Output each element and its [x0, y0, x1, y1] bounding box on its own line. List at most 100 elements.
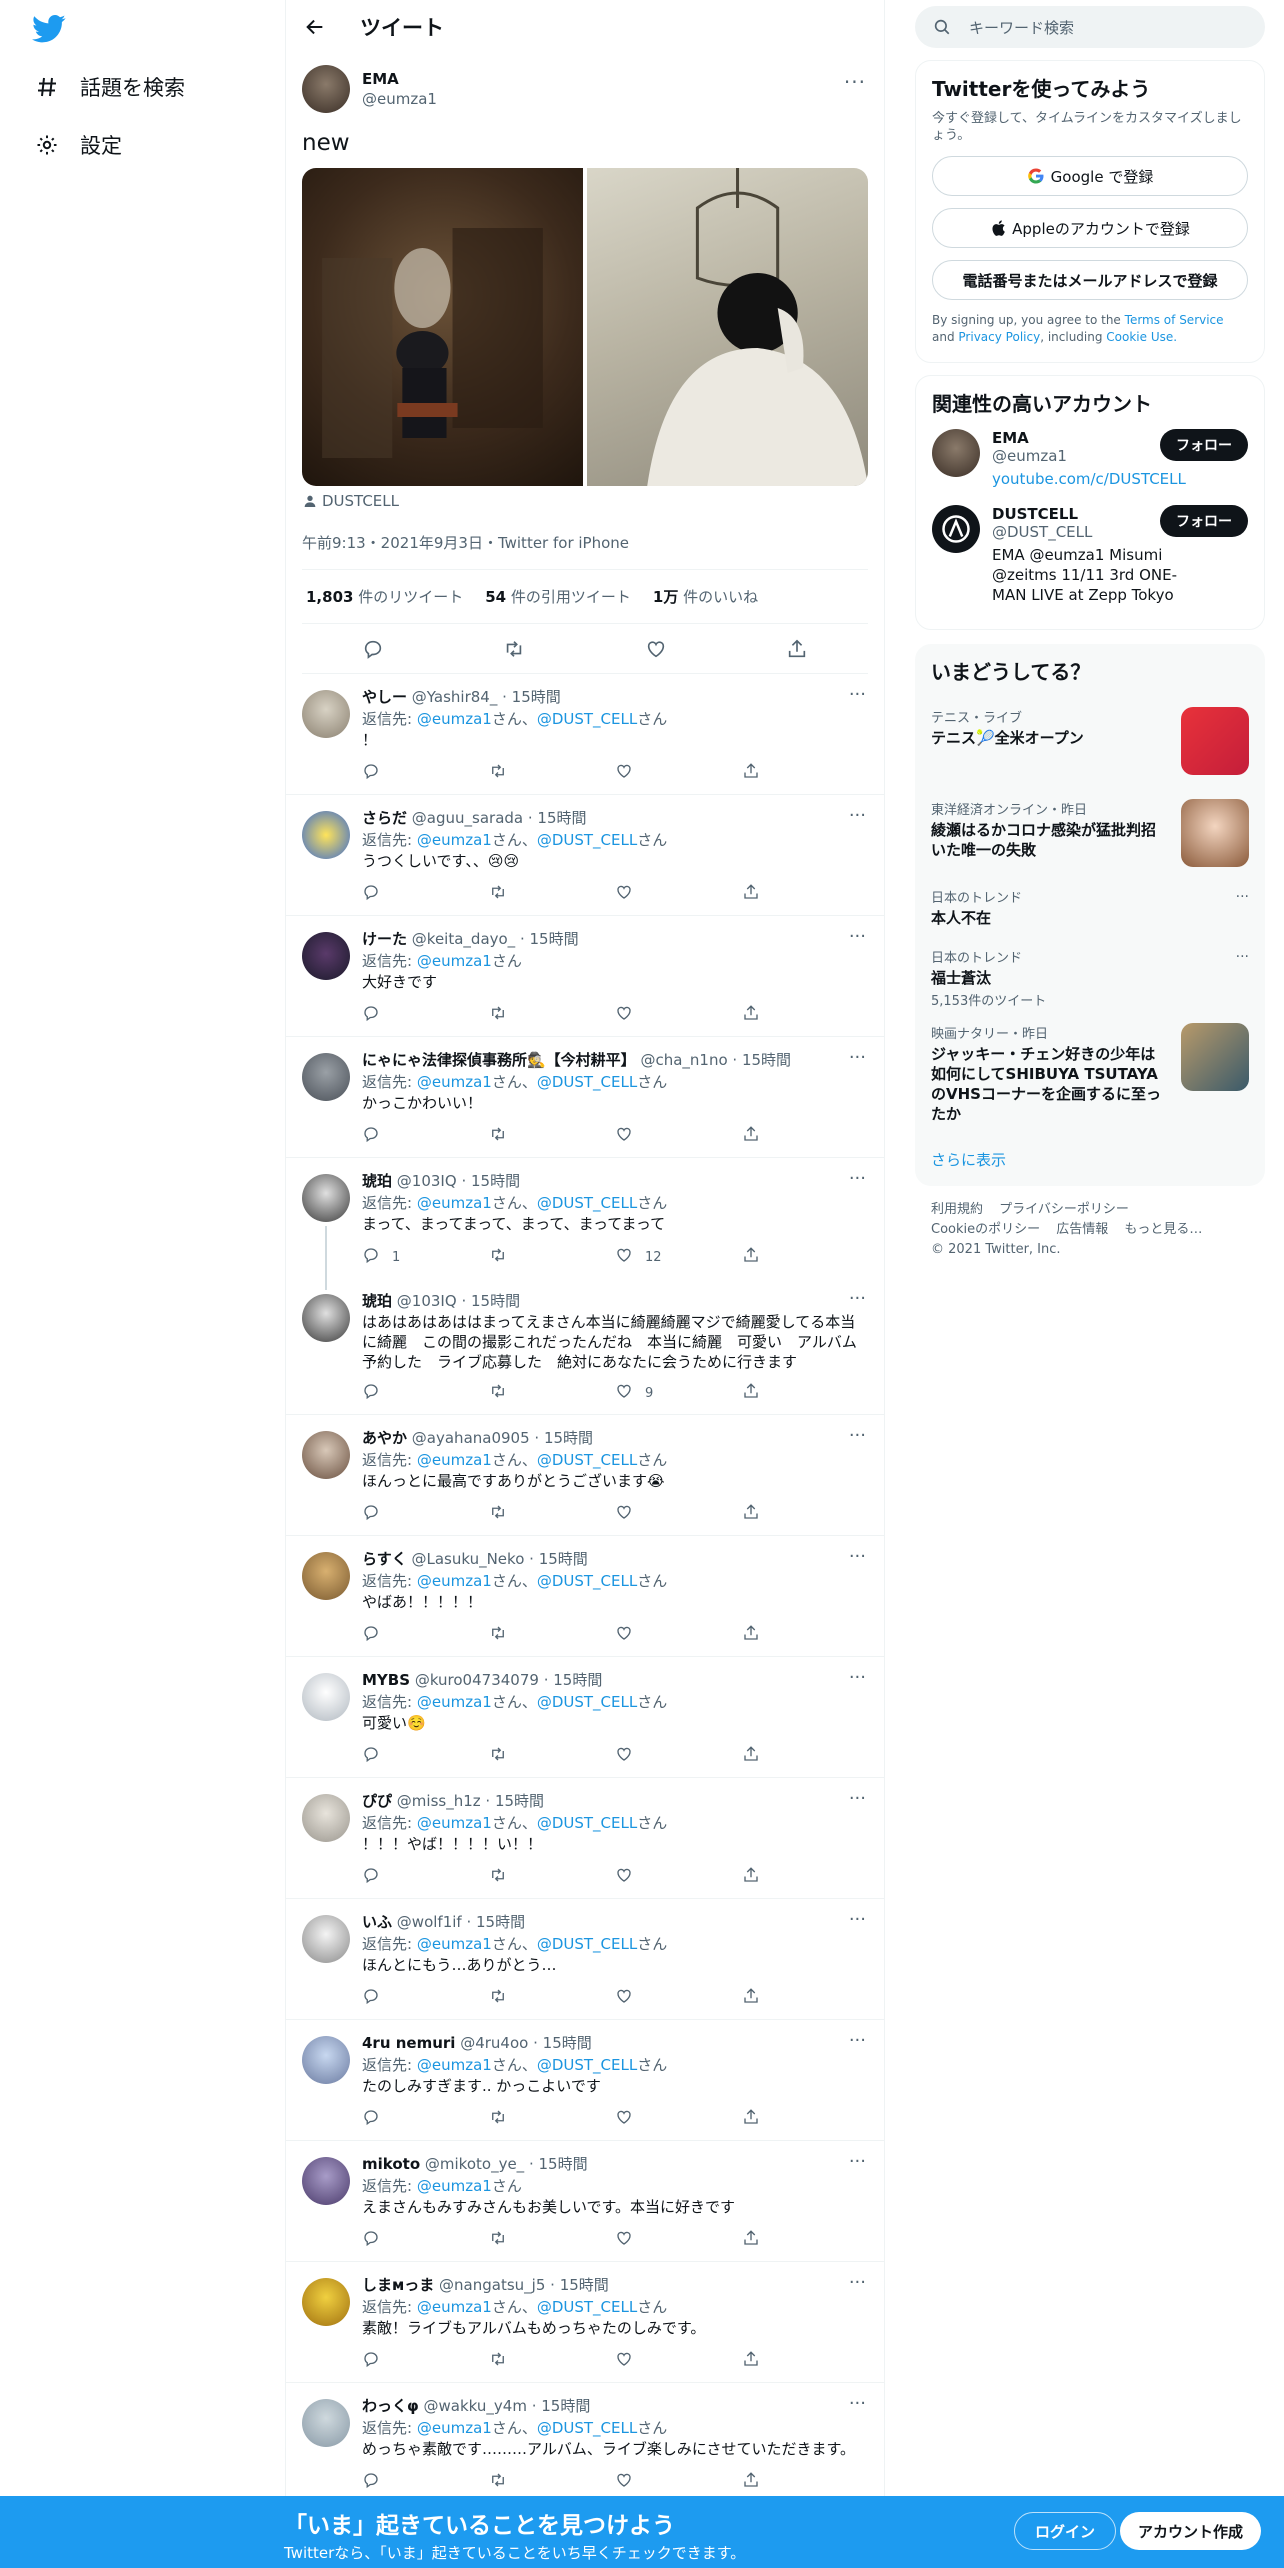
account-avatar[interactable]	[932, 429, 980, 477]
reply-tweet[interactable]: ··· やしー @Yashir84_ · 15時間 返信先: @eumza1さん、@…	[286, 674, 884, 795]
reply-tweet[interactable]: ··· けーた @keita_dayo_ · 15時間 返信先: @eumza1さん…	[286, 916, 884, 1037]
more-options-icon[interactable]: ···	[849, 2030, 866, 2051]
reply-to-mention[interactable]: @eumza1	[417, 1194, 492, 1212]
share-button[interactable]	[742, 2471, 869, 2493]
more-options-icon[interactable]: ···	[849, 1425, 866, 1446]
cookie-link[interactable]: Cookie Use.	[1106, 330, 1177, 344]
reply-author-name[interactable]: mikoto	[362, 2155, 420, 2173]
reply-to-mention[interactable]: @DUST_CELL	[537, 1693, 637, 1711]
retweet-button[interactable]	[489, 2229, 616, 2251]
reply-to-mention[interactable]: @eumza1	[417, 2298, 492, 2316]
account-bio-link[interactable]: youtube.com/c/DUSTCELL	[992, 470, 1186, 488]
like-button[interactable]: 12	[615, 1246, 742, 1268]
reply-author-handle[interactable]: @keita_dayo_	[412, 930, 515, 948]
retweet-button[interactable]	[489, 1503, 616, 1525]
reply-to-mention[interactable]: @eumza1	[417, 1073, 492, 1091]
reply-avatar[interactable]	[302, 1673, 350, 1721]
twitter-logo-icon[interactable]	[32, 14, 66, 44]
follow-button[interactable]: フォロー	[1160, 505, 1248, 537]
trend-more-icon[interactable]: ···	[1236, 889, 1249, 905]
like-button[interactable]	[615, 1503, 742, 1525]
reply-to-mention[interactable]: @DUST_CELL	[537, 710, 637, 728]
reply-to-mention[interactable]: @DUST_CELL	[537, 831, 637, 849]
reply-button[interactable]	[362, 1987, 489, 2009]
reply-avatar[interactable]	[302, 1794, 350, 1842]
search-box[interactable]: キーワード検索	[915, 6, 1265, 48]
reply-time[interactable]: 15時間	[742, 1051, 791, 1069]
more-options-icon[interactable]: ···	[849, 1288, 866, 1309]
reply-author-handle[interactable]: @ayahana0905	[412, 1429, 530, 1447]
reply-author-handle[interactable]: @kuro04734079	[415, 1671, 539, 1689]
reply-author-name[interactable]: けーた	[362, 930, 407, 948]
reply-avatar[interactable]	[302, 811, 350, 859]
reply-author-name[interactable]: あやか	[362, 1429, 407, 1447]
related-account[interactable]: DUSTCELL @DUST_CELL EMA @eumza1 Misumi @…	[932, 505, 1248, 605]
reply-tweet[interactable]: ··· らすく @Lasuku_Neko · 15時間 返信先: @eumza1さん…	[286, 1536, 884, 1657]
trend-item[interactable]: 映画ナタリー・昨日 ジャッキー・チェン好きの少年は如何にしてSHIBUYA TS…	[915, 1013, 1265, 1143]
reply-author-handle[interactable]: @Lasuku_Neko	[411, 1550, 524, 1568]
reply-avatar[interactable]	[302, 1552, 350, 1600]
like-button[interactable]	[615, 2229, 742, 2251]
create-account-button[interactable]: アカウント作成	[1120, 2512, 1262, 2550]
more-options-icon[interactable]: ···	[849, 1047, 866, 1068]
share-button[interactable]	[742, 1866, 869, 1888]
reply-time[interactable]: 15時間	[539, 2155, 588, 2173]
login-button[interactable]: ログイン	[1014, 2512, 1117, 2550]
reply-tweet[interactable]: ··· いふ @wolf1if · 15時間 返信先: @eumza1さん、@DUS…	[286, 1899, 884, 2020]
reply-author-handle[interactable]: @Yashir84_	[412, 688, 498, 706]
reply-avatar[interactable]	[302, 2399, 350, 2447]
retweet-button[interactable]	[489, 1246, 616, 1268]
retweet-count[interactable]: 1,803 件のリツイート	[306, 586, 463, 607]
reply-to-mention[interactable]: @DUST_CELL	[537, 2419, 637, 2437]
reply-time[interactable]: 15時間	[512, 688, 561, 706]
like-button[interactable]	[615, 2108, 742, 2130]
more-options-icon[interactable]: ···	[844, 70, 866, 94]
trend-item[interactable]: 日本のトレンド 本人不在 ···	[915, 877, 1265, 937]
reply-button[interactable]	[362, 2471, 489, 2493]
retweet-button[interactable]	[489, 1382, 616, 1404]
retweet-icon[interactable]	[503, 638, 525, 660]
reply-button[interactable]	[362, 1745, 489, 1767]
reply-avatar[interactable]	[302, 2036, 350, 2084]
reply-tweet[interactable]: ··· わっくφ @wakku_y4m · 15時間 返信先: @eumza1さん、…	[286, 2383, 884, 2504]
trend-item[interactable]: 東洋経済オンライン・昨日 綾瀬はるかコロナ感染が猛批判招いた唯一の失敗	[915, 789, 1265, 877]
reply-author-handle[interactable]: @103IQ	[397, 1172, 457, 1190]
reply-time[interactable]: 15時間	[471, 1292, 520, 1310]
reply-to-mention[interactable]: @eumza1	[417, 1814, 492, 1832]
trend-item[interactable]: 日本のトレンド 福士蒼汰 5,153件のツイート ···	[915, 937, 1265, 1013]
reply-tweet[interactable]: ··· 琥珀 @103IQ · 15時間 返信先: @eumza1さん、@DUST_…	[286, 1158, 884, 1290]
like-button[interactable]	[615, 762, 742, 784]
reply-to-mention[interactable]: @eumza1	[417, 1451, 492, 1469]
retweet-button[interactable]	[489, 1004, 616, 1026]
author-avatar[interactable]	[302, 65, 350, 113]
trend-item[interactable]: テニス・ライブ テニス🎾全米オープン	[915, 697, 1265, 789]
reply-button[interactable]	[362, 1624, 489, 1646]
privacy-link[interactable]: Privacy Policy	[958, 330, 1040, 344]
media-photo-2[interactable]	[587, 168, 868, 486]
terms-link[interactable]: Terms of Service	[1125, 313, 1224, 327]
reply-button[interactable]	[362, 1866, 489, 1888]
reply-tweet[interactable]: ··· あやか @ayahana0905 · 15時間 返信先: @eumza1さん…	[286, 1415, 884, 1536]
like-button[interactable]	[615, 1987, 742, 2009]
share-button[interactable]	[742, 2229, 869, 2251]
retweet-button[interactable]	[489, 2350, 616, 2372]
reply-author-name[interactable]: さらだ	[362, 809, 407, 827]
reply-button[interactable]	[362, 1004, 489, 1026]
reply-avatar[interactable]	[302, 1174, 350, 1222]
reply-author-name[interactable]: 琥珀	[362, 1292, 392, 1310]
share-icon[interactable]	[786, 638, 808, 660]
more-options-icon[interactable]: ···	[849, 1168, 866, 1189]
reply-author-handle[interactable]: @aguu_sarada	[412, 809, 523, 827]
reply-time[interactable]: 15時間	[541, 2397, 590, 2415]
reply-author-handle[interactable]: @wakku_y4m	[424, 2397, 527, 2415]
more-options-icon[interactable]: ···	[849, 684, 866, 705]
reply-button[interactable]	[362, 1503, 489, 1525]
reply-button[interactable]	[362, 883, 489, 905]
reply-to-mention[interactable]: @eumza1	[417, 831, 492, 849]
retweet-button[interactable]	[489, 2471, 616, 2493]
show-more-link[interactable]: さらに表示	[915, 1143, 1265, 1176]
reply-author-name[interactable]: にゃにゃ法律探偵事務所🕵【今村耕平】	[362, 1051, 636, 1069]
media-photo-1[interactable]	[302, 168, 583, 486]
like-button[interactable]	[615, 1745, 742, 1767]
more-options-icon[interactable]: ···	[849, 2151, 866, 2172]
